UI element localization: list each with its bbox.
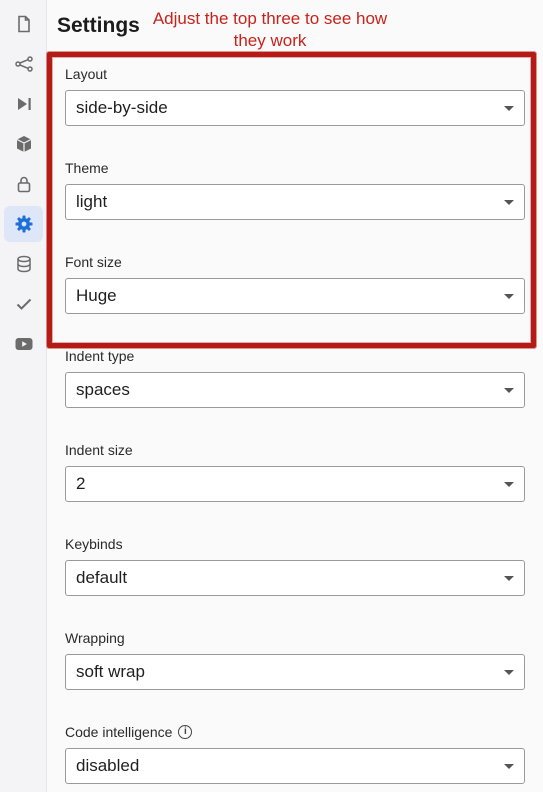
chevron-down-icon xyxy=(504,481,514,487)
settings-panel: Settings Layout side-by-side Theme light… xyxy=(47,0,543,792)
font-size-label: Font size xyxy=(65,254,122,270)
indent-size-select[interactable]: 2 xyxy=(65,466,525,502)
info-icon[interactable]: i xyxy=(178,725,193,739)
play-next-icon[interactable] xyxy=(4,86,43,122)
activity-bar xyxy=(0,0,47,792)
annotation-text: Adjust the top three to see how they wor… xyxy=(152,9,388,50)
indent-type-label: Indent type xyxy=(65,348,134,364)
indent-size-select-value: 2 xyxy=(76,474,86,493)
page-title: Settings xyxy=(57,14,140,37)
theme-label: Theme xyxy=(65,160,109,176)
check-icon[interactable] xyxy=(4,286,43,322)
code-intelligence-select-value: disabled xyxy=(76,756,140,775)
font-size-select[interactable]: Huge xyxy=(65,278,525,314)
font-size-select-value: Huge xyxy=(76,286,117,305)
keybinds-label: Keybinds xyxy=(65,536,123,552)
layout-select-value: side-by-side xyxy=(76,98,168,117)
keybinds-select-value: default xyxy=(76,568,128,587)
wrapping-select-value: soft wrap xyxy=(76,662,145,681)
theme-select-value: light xyxy=(76,192,108,211)
theme-select[interactable]: light xyxy=(65,184,525,220)
indent-type-label-text: Indent type xyxy=(65,348,135,364)
share-nodes-icon[interactable] xyxy=(4,46,43,82)
chevron-down-icon xyxy=(504,199,514,205)
indent-type-select-value: spaces xyxy=(76,380,130,399)
indent-size-label: Indent size xyxy=(65,442,133,458)
layout-label: Layout xyxy=(65,66,107,82)
package-icon[interactable] xyxy=(4,126,43,162)
chevron-down-icon xyxy=(504,293,514,299)
theme-label-text: Theme xyxy=(65,160,109,176)
wrapping-label: Wrapping xyxy=(65,630,125,646)
keybinds-select[interactable]: default xyxy=(65,560,525,596)
chevron-down-icon xyxy=(504,387,514,393)
chevron-down-icon xyxy=(504,763,514,769)
file-icon[interactable] xyxy=(4,6,43,42)
wrapping-select[interactable]: soft wrap xyxy=(65,654,525,690)
wrapping-label-text: Wrapping xyxy=(65,630,125,646)
lock-icon[interactable] xyxy=(4,166,43,202)
indent-type-select[interactable]: spaces xyxy=(65,372,525,408)
font-size-label-text: Font size xyxy=(65,254,122,270)
code-intelligence-label-text: Code intelligence xyxy=(65,724,173,740)
layout-label-text: Layout xyxy=(65,66,108,82)
keybinds-label-text: Keybinds xyxy=(65,536,123,552)
code-intelligence-label: Code intelligence i xyxy=(65,724,193,740)
settings-gear-icon[interactable] xyxy=(4,206,43,242)
youtube-icon[interactable] xyxy=(4,326,43,362)
database-icon[interactable] xyxy=(4,246,43,282)
indent-size-label-text: Indent size xyxy=(65,442,133,458)
chevron-down-icon xyxy=(504,669,514,675)
settings-panel-body: Settings Layout side-by-side Theme light… xyxy=(47,0,543,792)
code-intelligence-select[interactable]: disabled xyxy=(65,748,525,784)
layout-select[interactable]: side-by-side xyxy=(65,90,525,126)
chevron-down-icon xyxy=(504,105,514,111)
chevron-down-icon xyxy=(504,575,514,581)
